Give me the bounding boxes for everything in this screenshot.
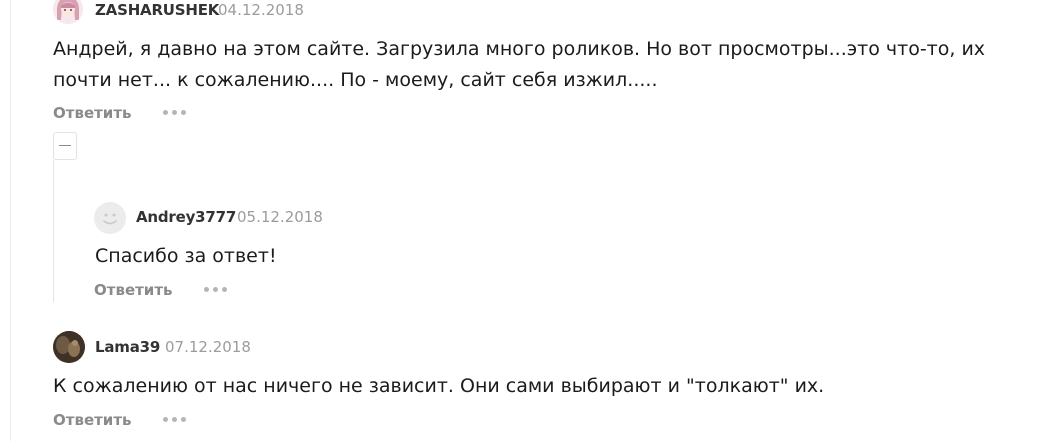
page-left-border	[10, 0, 11, 441]
smiley-placeholder-avatar-icon	[94, 202, 126, 234]
avatar[interactable]	[94, 202, 126, 234]
avatar[interactable]	[53, 331, 85, 363]
photo-avatar-icon	[53, 331, 85, 363]
comment-date: 07.12.2018	[165, 338, 251, 356]
reply-button[interactable]: Ответить	[53, 411, 132, 429]
more-dots-icon[interactable]	[163, 415, 189, 423]
thread-line	[53, 160, 54, 302]
more-dots-icon[interactable]	[163, 108, 189, 116]
collapse-minus-icon[interactable]	[53, 132, 77, 160]
comment-text-line: почти нет... к сожалению.... По - моему,…	[53, 69, 658, 91]
reply-button[interactable]: Ответить	[94, 281, 173, 299]
more-dots-icon[interactable]	[204, 285, 230, 293]
comment-username[interactable]: Andrey3777	[136, 208, 236, 226]
comment-text-line: Спасибо за ответ!	[95, 245, 277, 267]
comment-username[interactable]: ZASHARUSHEK	[95, 1, 219, 19]
comment-date: 05.12.2018	[237, 208, 323, 226]
comment-text-line: К сожалению от нас ничего не зависит. Он…	[53, 375, 825, 397]
comment-username[interactable]: Lama39	[95, 338, 160, 356]
anime-girl-avatar-icon	[53, 0, 83, 24]
reply-button[interactable]: Ответить	[53, 104, 132, 122]
comment-date: 04.12.2018	[218, 1, 304, 19]
avatar[interactable]	[53, 0, 83, 24]
comment-text-line: Андрей, я давно на этом сайте. Загрузила…	[53, 38, 986, 60]
